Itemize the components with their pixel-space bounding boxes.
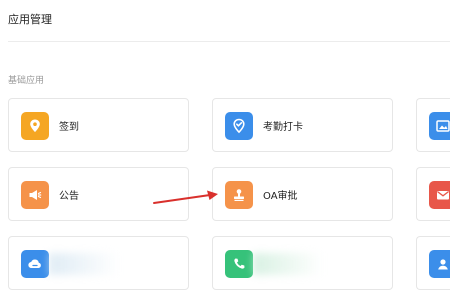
- blurred-label: [253, 253, 323, 275]
- phone-icon: [225, 250, 253, 278]
- app-card-attendance[interactable]: 考勤打卡: [212, 98, 393, 152]
- check-badge-icon: [225, 112, 253, 140]
- stamp-icon: [225, 181, 253, 209]
- divider: [8, 41, 450, 42]
- app-card-phone[interactable]: [212, 236, 393, 290]
- app-label: OA审批: [263, 191, 298, 202]
- image-icon: [429, 112, 450, 140]
- location-pin-icon: [21, 112, 49, 140]
- app-card-oa-approval[interactable]: OA审批: [212, 167, 393, 221]
- app-label: 考勤打卡: [263, 122, 303, 133]
- app-card-partial-2[interactable]: [416, 167, 450, 221]
- cloud-icon: [21, 250, 49, 278]
- app-label: 签到: [59, 122, 79, 133]
- annotation-arrow-icon: [153, 190, 218, 204]
- app-card-partial-1[interactable]: [416, 98, 450, 152]
- mail-icon: [429, 181, 450, 209]
- megaphone-icon: [21, 181, 49, 209]
- app-label: 公告: [59, 191, 79, 202]
- page-title: 应用管理: [8, 13, 52, 26]
- app-card-partial-3[interactable]: [416, 236, 450, 290]
- blurred-label: [49, 253, 119, 275]
- contact-icon: [429, 250, 450, 278]
- app-card-cloud[interactable]: [8, 236, 189, 290]
- section-label: 基础应用: [8, 76, 45, 86]
- app-card-signin[interactable]: 签到: [8, 98, 189, 152]
